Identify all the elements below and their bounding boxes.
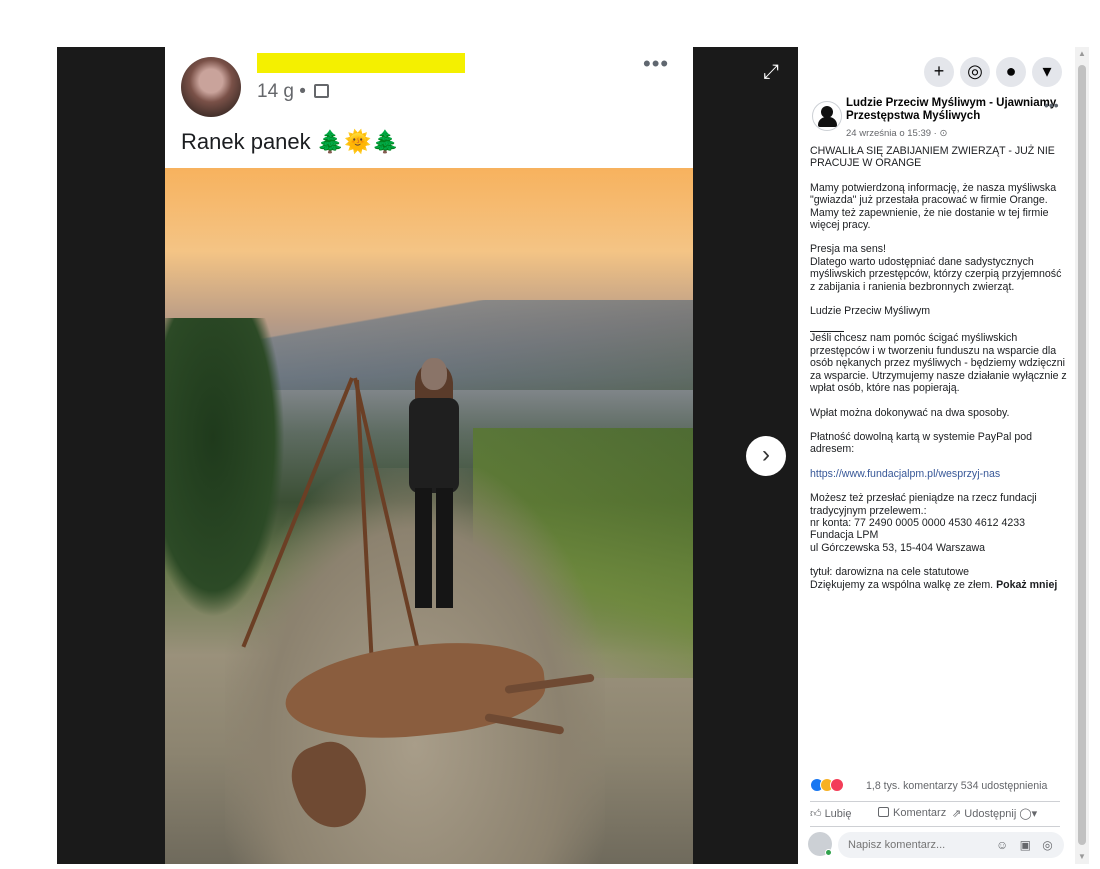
more-options-icon: ••• <box>643 51 670 76</box>
post-paragraph: Płatność dowolną kartą w systemie PayPal… <box>810 430 1032 456</box>
post-last-paragraph: tytuł: darowizna na cele statutowe Dzięk… <box>810 566 1058 591</box>
embedded-screenshot: 14 g • ••• Ranek panek 🌲🌞🌲 <box>165 47 693 864</box>
caption-text: Ranek panek <box>181 129 311 154</box>
comment-icon <box>878 807 889 817</box>
post-paragraph: Jeśli chcesz nam pomóc ścigać myśliwskic… <box>810 332 1067 395</box>
scroll-up-icon[interactable]: ▲ <box>1078 49 1086 58</box>
expand-icon[interactable]: ⤢ <box>763 61 779 84</box>
show-less-link[interactable]: Pokaż mniej <box>996 579 1057 591</box>
audience-icon: ◯▾ <box>1019 808 1038 820</box>
comment-composer: ☺ ▣ ◎ <box>808 832 1070 860</box>
user-avatar <box>808 832 832 856</box>
sun-emoji: 🌞 <box>344 129 372 154</box>
comment-button[interactable]: Komentarz <box>878 807 946 819</box>
hunting-photo <box>165 168 693 864</box>
post-body: CHWALIŁA SIĘ ZABIJANIEM ZWIERZĄT - JUŻ N… <box>810 145 1068 603</box>
avatar <box>181 57 241 117</box>
redacted-name <box>257 53 465 73</box>
comment-tools-icons[interactable]: ☺ ▣ ◎ <box>996 838 1057 852</box>
photo-viewer: ⤢ 14 g • ••• Ranek panek 🌲🌞🌲 › <box>57 47 798 864</box>
post-paragraph: CHWALIŁA SIĘ ZABIJANIEM ZWIERZĄT - JUŻ N… <box>810 145 1055 170</box>
scroll-down-icon[interactable]: ▼ <box>1078 852 1086 861</box>
messenger-icon[interactable]: ◎ <box>960 57 990 87</box>
post-meta: 14 g • <box>257 81 330 103</box>
post-paragraph: Możesz też przesłać pieniądze na rzecz f… <box>810 492 1037 554</box>
comment-share-counts[interactable]: 1,8 tys. komentarzy 534 udostępnienia <box>866 780 1047 792</box>
post-header: Ludzie Przeciw Myśliwym - Ujawniamy Prze… <box>798 97 1075 143</box>
account-menu-icon[interactable]: ▾ <box>1032 57 1062 87</box>
share-icon: ⇗ <box>952 808 965 820</box>
like-button[interactable]: 👍︎ Lubię <box>810 807 851 820</box>
page-logo[interactable] <box>812 101 842 131</box>
blurred-face <box>421 358 447 390</box>
divider <box>810 801 1060 802</box>
post-time: 14 g • <box>257 81 306 102</box>
online-indicator <box>825 849 832 856</box>
post-paragraph: Ludzie Przeciw Myśliwym <box>810 305 931 318</box>
tree-emoji-2: 🌲 <box>371 129 399 154</box>
create-button[interactable]: + <box>924 57 954 87</box>
post-options-icon[interactable]: ••• <box>1044 97 1059 113</box>
hunter <box>403 358 463 613</box>
top-bar: + ◎ ● ▾ <box>798 47 1075 97</box>
reactions-bar: 1,8 tys. komentarzy 534 udostępnienia <box>810 778 1072 796</box>
donation-link[interactable]: https://www.fundacjalpm.pl/wesprzyj-nas <box>810 468 1000 480</box>
thumbs-up-icon: 👍︎ <box>810 808 825 820</box>
globe-icon: ⊙ <box>939 128 948 139</box>
page-name[interactable]: Ludzie Przeciw Myśliwym - Ujawniamy Prze… <box>846 97 1060 123</box>
scrollbar-thumb[interactable] <box>1078 65 1086 845</box>
next-photo-button[interactable]: › <box>746 436 786 476</box>
action-bar: 👍︎ Lubię Komentarz ⇗ Udostępnij ◯▾ <box>810 805 1068 823</box>
share-button[interactable]: ⇗ Udostępnij ◯▾ <box>952 807 1037 820</box>
page: ⤢ 14 g • ••• Ranek panek 🌲🌞🌲 › + ◎ ● ▾ L… <box>0 0 1100 869</box>
tree-emoji-1: 🌲 <box>316 129 345 154</box>
post-paragraph: Mamy potwierdzoną informację, że nasza m… <box>810 181 1057 232</box>
divider <box>810 826 1060 827</box>
gallery-icon <box>314 84 330 98</box>
post-caption: Ranek panek 🌲🌞🌲 <box>181 129 399 155</box>
post-paragraph: Wpłat można dokonywać na dwa sposoby. <box>810 406 1010 419</box>
notifications-icon[interactable]: ● <box>996 57 1026 87</box>
scrollbar[interactable]: ▲ ▼ <box>1075 47 1089 864</box>
post-date[interactable]: 24 września o 15:39 · ⊙ <box>846 128 947 139</box>
post-panel: + ◎ ● ▾ Ludzie Przeciw Myśliwym - Ujawni… <box>798 47 1075 864</box>
love-reaction-icon[interactable] <box>830 778 844 792</box>
post-paragraph: Presja ma sens! Dlatego warto udostępnia… <box>810 243 1062 293</box>
